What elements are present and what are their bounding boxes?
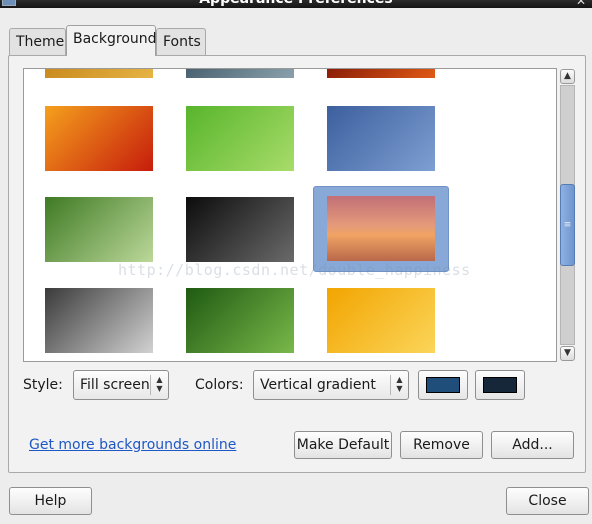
- chevron-updown-icon: ▲ ▼: [150, 375, 168, 395]
- secondary-color-button[interactable]: [475, 370, 525, 400]
- scroll-up-button[interactable]: ▲: [560, 69, 575, 84]
- style-select-value: Fill screen: [80, 377, 150, 393]
- help-button[interactable]: Help: [9, 487, 92, 515]
- window-title: Appearance Preferences: [0, 0, 592, 8]
- thumbnail-dark-wave[interactable]: [186, 197, 294, 262]
- thumbnail-top-row-2[interactable]: [186, 69, 294, 78]
- style-label: Style:: [23, 377, 63, 393]
- secondary-color-swatch: [483, 377, 517, 393]
- thumbnail-blue-abstract[interactable]: [327, 106, 435, 171]
- title-bar: Appearance Preferences ✕: [0, 0, 592, 8]
- thumbnail-red-flower[interactable]: [45, 106, 153, 171]
- thumbnail-green-leaves[interactable]: [186, 288, 294, 353]
- close-window-icon[interactable]: ✕: [576, 0, 586, 8]
- thumbnail-sunset-lake[interactable]: [327, 196, 435, 261]
- tab-theme[interactable]: Theme: [9, 28, 66, 56]
- thumbnail-green-grass[interactable]: [186, 106, 294, 171]
- watermark-text: http://blog.csdn.net/double_happiness: [118, 261, 471, 279]
- colors-select[interactable]: Vertical gradient ▲ ▼: [253, 370, 409, 400]
- primary-color-swatch: [426, 377, 460, 393]
- colors-label: Colors:: [195, 377, 244, 393]
- close-button[interactable]: Close: [506, 487, 589, 515]
- add-button[interactable]: Add...: [491, 431, 574, 459]
- thumbnail-gray-sand[interactable]: [45, 288, 153, 353]
- make-default-button[interactable]: Make Default: [294, 431, 392, 459]
- scroll-thumb[interactable]: ≡: [560, 184, 575, 266]
- thumbnail-top-row-3[interactable]: [327, 69, 435, 78]
- remove-button[interactable]: Remove: [400, 431, 483, 459]
- thumbnail-top-row-1[interactable]: [45, 69, 153, 78]
- more-backgrounds-link[interactable]: Get more backgrounds online: [29, 436, 236, 454]
- vertical-scrollbar[interactable]: ▲ ≡ ▼: [559, 68, 576, 362]
- colors-select-value: Vertical gradient: [260, 377, 376, 393]
- style-select[interactable]: Fill screen ▲ ▼: [73, 370, 169, 400]
- primary-color-button[interactable]: [418, 370, 468, 400]
- thumbnail-orange-waves[interactable]: [327, 288, 435, 353]
- chevron-updown-icon: ▲ ▼: [390, 375, 408, 395]
- thumbnail-blue-flowers[interactable]: [45, 197, 153, 262]
- tab-background[interactable]: Background: [66, 25, 157, 56]
- scroll-down-button[interactable]: ▼: [560, 346, 575, 361]
- tab-fonts[interactable]: Fonts: [156, 28, 206, 56]
